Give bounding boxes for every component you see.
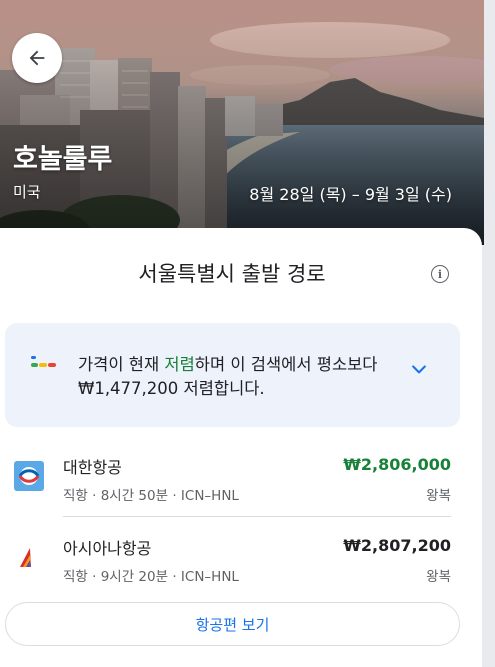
view-flights-button[interactable]: 항공편 보기 — [5, 602, 460, 646]
insight-highlight: 저렴 — [164, 355, 195, 374]
flight-price: ₩2,807,200 — [343, 536, 451, 555]
trip-type: 왕복 — [426, 488, 451, 504]
travel-dates[interactable]: 8월 28일 (목) – 9월 3일 (수) — [249, 181, 452, 205]
insight-prefix: 가격이 현재 — [78, 355, 165, 374]
flight-route: 직항 · 9시간 20분 · ICN–HNL — [63, 569, 239, 585]
price-trend-icon — [31, 356, 56, 367]
korean-air-logo — [14, 461, 44, 491]
back-button[interactable] — [12, 33, 62, 83]
airline-name: 대한항공 — [63, 458, 122, 477]
price-insight-text: 가격이 현재 저렴하며 이 검색에서 평소보다 ₩1,477,200 저렴합니다… — [78, 353, 398, 401]
routes-card: 서울특별시 출발 경로 i 가격이 현재 저렴하며 이 검색에서 평소보다 ₩1… — [0, 228, 482, 667]
arrow-left-icon — [29, 50, 45, 66]
asiana-logo — [20, 548, 31, 567]
flight-price: ₩2,806,000 — [343, 455, 451, 474]
info-icon[interactable]: i — [431, 265, 449, 283]
price-insight-panel[interactable]: 가격이 현재 저렴하며 이 검색에서 평소보다 ₩1,477,200 저렴합니다… — [5, 323, 460, 427]
flight-route: 직항 · 8시간 50분 · ICN–HNL — [63, 488, 239, 504]
destination-hero-image: 호놀룰루 미국 8월 28일 (목) – 9월 3일 (수) — [0, 0, 484, 245]
destination-city: 호놀룰루 — [13, 144, 113, 175]
section-title: 서울특별시 출발 경로 — [138, 262, 326, 286]
flight-row-asiana[interactable]: 아시아나항공 직항 · 9시간 20분 · ICN–HNL ₩2,807,200… — [0, 514, 482, 594]
honolulu-skyline-image — [0, 0, 484, 245]
destination-country: 미국 — [13, 183, 41, 201]
trip-type: 왕복 — [426, 569, 451, 585]
airline-name: 아시아나항공 — [63, 539, 152, 558]
flight-row-korean-air[interactable]: 대한항공 직항 · 8시간 50분 · ICN–HNL ₩2,806,000 왕… — [0, 433, 482, 513]
chevron-down-icon[interactable] — [409, 359, 429, 379]
